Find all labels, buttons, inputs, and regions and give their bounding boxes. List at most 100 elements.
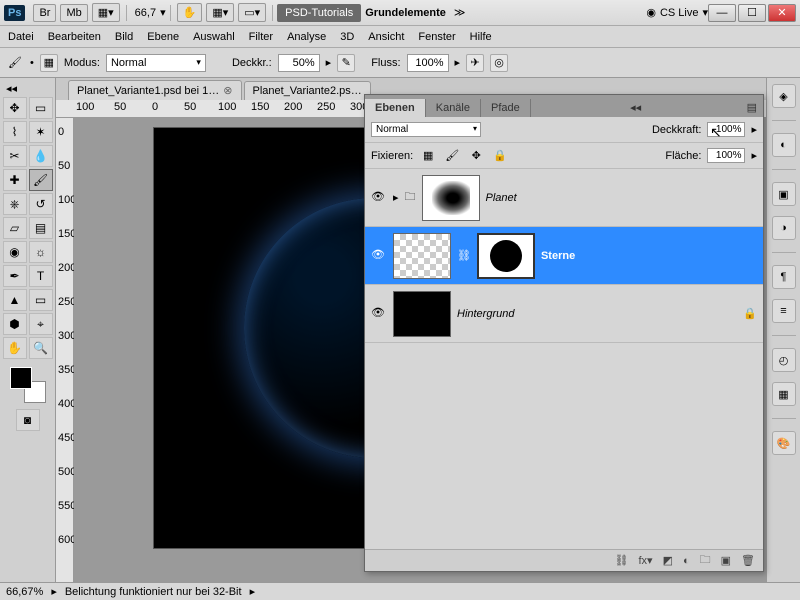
gradient-tool[interactable]: ▤ — [29, 217, 53, 239]
shape-tool[interactable]: ▭ — [29, 289, 53, 311]
menu-3d[interactable]: 3D — [340, 31, 354, 43]
link-layers-icon[interactable]: ⛓ — [615, 554, 629, 567]
lasso-tool[interactable]: ⌇ — [3, 121, 27, 143]
menu-analyse[interactable]: Analyse — [287, 31, 326, 43]
fx-icon[interactable]: fx▾ — [638, 554, 652, 567]
screenmode-button[interactable]: ▭▾ — [238, 3, 266, 22]
layer-name[interactable]: Hintergrund — [457, 308, 514, 320]
styles-dock-icon[interactable]: 🎨 — [772, 431, 796, 455]
ruler-vertical[interactable]: 0 50 100 150 200 250 300 350 400 450 500… — [56, 118, 74, 582]
close-tab-icon[interactable]: ⊗ — [223, 84, 232, 97]
tab-kanaele[interactable]: Kanäle — [426, 99, 481, 117]
status-flyout-icon[interactable]: ▸ — [250, 585, 256, 598]
menu-bearbeiten[interactable]: Bearbeiten — [48, 31, 101, 43]
arrange-button[interactable]: ▦▾ — [206, 3, 234, 22]
status-arrow-icon[interactable]: ▸ — [51, 585, 57, 598]
panel-collapse-icon[interactable]: ◂◂ — [624, 98, 647, 117]
swatches-dock-icon[interactable]: ▦ — [772, 382, 796, 406]
type-tool[interactable]: T — [29, 265, 53, 287]
layer-row[interactable]: 👁 Hintergrund 🔒 — [365, 285, 763, 343]
menu-fenster[interactable]: Fenster — [418, 31, 455, 43]
stamp-tool[interactable]: ⎈ — [3, 193, 27, 215]
adjustments-dock-icon[interactable]: ▣ — [772, 182, 796, 206]
layer-row-selected[interactable]: 👁 ⛓ Sterne — [365, 227, 763, 285]
opacity-input[interactable]: 50% — [278, 54, 320, 72]
tab-ebenen[interactable]: Ebenen — [365, 99, 426, 117]
brush-tool[interactable]: 🖌 — [29, 169, 53, 191]
color-swatches[interactable] — [10, 367, 46, 403]
adjustment-layer-icon[interactable]: ◐ — [683, 555, 690, 567]
healing-tool[interactable]: ✚ — [3, 169, 27, 191]
new-layer-icon[interactable]: ▣ — [721, 554, 731, 567]
flow-flyout-icon[interactable]: ▸ — [455, 56, 461, 69]
foreground-color-swatch[interactable] — [10, 367, 32, 389]
visibility-icon[interactable]: 👁 — [371, 190, 387, 206]
masks-dock-icon[interactable]: ◑ — [772, 216, 796, 240]
layer-thumbnail[interactable] — [393, 233, 451, 279]
crop-tool[interactable]: ✂ — [3, 145, 27, 167]
menu-bild[interactable]: Bild — [115, 31, 133, 43]
layer-blend-dropdown[interactable]: Normal — [371, 122, 481, 137]
character-dock-icon[interactable]: ¶ — [772, 265, 796, 289]
layer-name[interactable]: Planet — [486, 192, 517, 204]
pen-tool[interactable]: ✒ — [3, 265, 27, 287]
lock-all-icon[interactable]: 🔒 — [491, 147, 509, 165]
brush-preset-icon[interactable]: • — [30, 57, 34, 69]
hand-tool[interactable]: ✋ — [3, 337, 27, 359]
layers-dock-icon[interactable]: ◈ — [772, 84, 796, 108]
layer-opacity-input[interactable]: 100% — [707, 122, 745, 137]
menu-ebene[interactable]: Ebene — [147, 31, 179, 43]
lock-transparency-icon[interactable]: ▦ — [419, 147, 437, 165]
path-select-tool[interactable]: ▲ — [3, 289, 27, 311]
tablet-size-button[interactable]: ◎ — [490, 54, 508, 72]
maximize-button[interactable]: ☐ — [738, 4, 766, 22]
tablet-opacity-button[interactable]: ✎ — [337, 54, 355, 72]
fill-flyout-icon[interactable]: ▸ — [751, 149, 757, 162]
layer-thumbnail[interactable] — [393, 291, 451, 337]
flow-input[interactable]: 100% — [407, 54, 449, 72]
menu-filter[interactable]: Filter — [249, 31, 273, 43]
canvas[interactable] — [154, 128, 374, 548]
quickselect-tool[interactable]: ✶ — [29, 121, 53, 143]
zoom-level[interactable]: 66,7 — [135, 7, 156, 19]
dodge-tool[interactable]: ☼ — [29, 241, 53, 263]
layer-name[interactable]: Sterne — [541, 250, 575, 262]
cslive-label[interactable]: CS Live — [660, 7, 699, 19]
quickmask-button[interactable]: ◙ — [16, 409, 40, 431]
3d-camera-tool[interactable]: ⌖ — [29, 313, 53, 335]
menu-datei[interactable]: Datei — [8, 31, 34, 43]
opacity-flyout-icon[interactable]: ▸ — [326, 56, 332, 69]
add-mask-icon[interactable]: ◩ — [663, 554, 673, 567]
tab-pfade[interactable]: Pfade — [481, 99, 531, 117]
toolbox-collapse-icon[interactable]: ◂◂ — [6, 82, 17, 95]
eyedropper-tool[interactable]: 💧 — [29, 145, 53, 167]
panel-menu-icon[interactable]: ▤ — [741, 98, 763, 117]
lock-position-icon[interactable]: ✥ — [467, 147, 485, 165]
airbrush-button[interactable]: ✈ — [466, 54, 484, 72]
move-tool[interactable]: ✥ — [3, 97, 27, 119]
opacity-flyout-icon[interactable]: ▸ — [751, 123, 757, 136]
hand-tool-button[interactable]: ✋ — [177, 3, 203, 22]
visibility-icon[interactable]: 👁 — [371, 248, 387, 264]
minibridge-button[interactable]: Mb — [60, 4, 87, 22]
blend-mode-dropdown[interactable]: Normal — [106, 54, 206, 72]
layer-mask-thumbnail[interactable] — [477, 233, 535, 279]
status-zoom[interactable]: 66,67% — [6, 586, 43, 598]
visibility-icon[interactable]: 👁 — [371, 306, 387, 322]
history-brush-tool[interactable]: ↺ — [29, 193, 53, 215]
layer-row[interactable]: 👁 ▸ 🗀 Planet — [365, 169, 763, 227]
expand-icon[interactable]: ▸ — [393, 191, 399, 204]
close-button[interactable]: ✕ — [768, 4, 796, 22]
document-tab-1[interactable]: Planet_Variante1.psd bei 1… ⊗ — [68, 80, 242, 100]
cslive-icon[interactable]: ◉ — [646, 6, 656, 19]
delete-layer-icon[interactable]: 🗑 — [741, 554, 755, 567]
workspace-more-icon[interactable]: ≫ — [454, 6, 466, 19]
lock-pixels-icon[interactable]: 🖌 — [443, 147, 461, 165]
brush-panel-button[interactable]: ▦ — [40, 54, 58, 72]
paragraph-dock-icon[interactable]: ≡ — [772, 299, 796, 323]
link-icon[interactable]: ⛓ — [457, 249, 471, 262]
view-extras-button[interactable]: ▦▾ — [92, 3, 120, 22]
menu-auswahl[interactable]: Auswahl — [193, 31, 235, 43]
new-group-icon[interactable]: 🗀 — [700, 551, 711, 570]
3d-tool[interactable]: ⬢ — [3, 313, 27, 335]
